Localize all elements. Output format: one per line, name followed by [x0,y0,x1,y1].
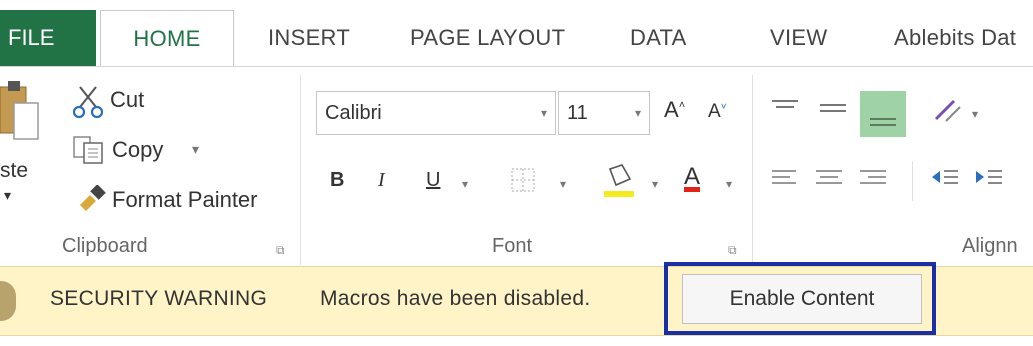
copy-icon[interactable] [72,135,106,170]
fill-color-icon[interactable] [602,161,638,204]
ribbon-tab-bar: FILE HOME INSERT PAGE LAYOUT DATA VIEW A… [0,0,1033,67]
orientation-icon[interactable] [932,93,966,132]
group-divider [300,75,301,265]
chevron-down-icon[interactable]: ▾ [972,107,978,121]
paste-label[interactable]: ste [0,159,28,183]
chevron-down-icon[interactable]: ▾ [462,177,468,191]
paste-icon[interactable] [0,81,40,150]
clipboard-group-label: Clipboard [62,235,148,257]
tab-insert[interactable]: INSERT [268,10,350,66]
cut-icon[interactable] [72,85,106,124]
tab-file[interactable]: FILE [0,10,96,66]
chevron-down-icon[interactable]: ▾ [652,177,658,191]
group-divider [912,161,913,201]
shrink-font-button[interactable]: A˅ [708,101,727,123]
security-warning-message: Macros have been disabled. [320,287,591,310]
bold-button[interactable]: B [330,169,344,192]
font-size-value: 11 [567,101,588,124]
chevron-down-icon[interactable]: ▾ [635,106,641,120]
tab-view[interactable]: VIEW [770,10,827,66]
alignment-group-label: Alignn [962,235,1018,257]
italic-button[interactable]: I [378,169,385,192]
font-name-value: Calibri [325,101,382,124]
grow-font-button[interactable]: A˄ [664,97,685,123]
cut-button[interactable]: Cut [110,87,144,113]
tab-ablebits[interactable]: Ablebits Dat [894,10,1016,66]
tab-home[interactable]: HOME [100,10,234,67]
font-name-box[interactable]: Calibri ▾ [316,91,556,135]
decrease-indent-icon[interactable] [930,165,960,198]
align-center-icon[interactable] [814,165,844,198]
increase-indent-icon[interactable] [974,165,1004,198]
tab-data[interactable]: DATA [630,10,687,66]
font-color-button[interactable]: A [684,163,700,191]
bottom-align-icon[interactable] [860,91,906,137]
chevron-down-icon[interactable]: ▾ [726,177,732,191]
shield-icon [0,281,16,321]
enable-content-button[interactable]: Enable Content [682,274,922,324]
chevron-down-icon[interactable]: ▾ [560,177,566,191]
group-divider [752,75,753,265]
ribbon: ste ▾ Cut Copy ▾ Format Painter Clipboar… [0,66,1033,267]
font-group-label: Font [492,235,533,257]
align-right-icon[interactable] [858,165,888,198]
top-align-icon[interactable] [770,97,800,126]
format-painter-icon[interactable] [76,184,108,218]
dialog-launcher-icon[interactable]: ⧉ [276,243,285,258]
copy-dropdown-icon[interactable]: ▾ [192,141,199,158]
format-painter-button[interactable]: Format Painter [112,187,258,213]
middle-align-icon[interactable] [818,97,848,126]
paste-dropdown-icon[interactable]: ▾ [4,187,11,204]
chevron-down-icon[interactable]: ▾ [541,106,547,120]
font-size-box[interactable]: 11 ▾ [558,91,650,135]
tab-page-layout[interactable]: PAGE LAYOUT [410,10,565,66]
dialog-launcher-icon[interactable]: ⧉ [728,243,737,258]
align-left-icon[interactable] [770,165,800,198]
security-warning-title: SECURITY WARNING [50,287,268,310]
underline-button[interactable]: U [426,169,440,192]
borders-icon[interactable] [510,167,536,198]
copy-button[interactable]: Copy [112,137,163,163]
